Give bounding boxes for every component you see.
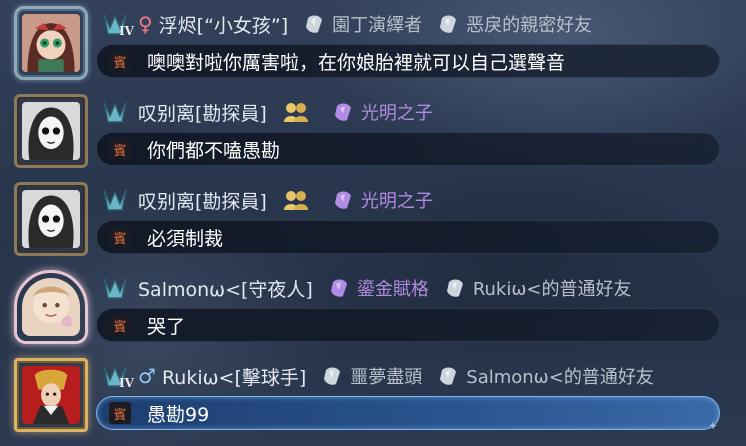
rank-emblem-icon	[100, 98, 134, 126]
title-badge[interactable]: 鎏金賦格	[357, 275, 429, 301]
avatar-portrait-icon	[22, 278, 80, 336]
avatar-portrait-icon	[22, 14, 80, 72]
chat-message: IV ♂ Rukiω<[擊球手] 噩夢盡頭 Salmonω<的普通好友 賓 愚勘…	[0, 352, 746, 437]
gem-icon	[440, 367, 457, 385]
chat-message: IV ♀ 浮烬[“小女孩”] 園丁演繹者 恶戾的親密好友 賓 噢噢對啦你厲害啦，…	[0, 0, 746, 85]
channel-tag: 賓	[109, 226, 131, 248]
channel-tag: 賓	[109, 402, 131, 424]
message-header: IV ♂ Rukiω<[擊球手] 噩夢盡頭 Salmonω<的普通好友	[100, 360, 654, 392]
message-text: 哭了	[147, 315, 186, 338]
rank-emblem-icon: IV	[100, 10, 134, 38]
player-name[interactable]: 叹别离[勘探員]	[138, 99, 267, 126]
player-name[interactable]: Salmonω<[守夜人]	[138, 275, 313, 302]
avatar[interactable]	[14, 94, 88, 168]
message-text: 愚勘99	[147, 403, 210, 426]
player-name[interactable]: 叹别离[勘探員]	[138, 187, 267, 214]
player-name[interactable]: Rukiω<[擊球手]	[162, 363, 306, 390]
message-header: IV ♀ 浮烬[“小女孩”] 園丁演繹者 恶戾的親密好友	[100, 8, 592, 40]
player-name[interactable]: 浮烬[“小女孩”]	[159, 11, 289, 38]
avatar-portrait-icon	[22, 102, 80, 160]
gem-icon	[446, 279, 463, 297]
sparkle-icon: ✦	[707, 419, 718, 433]
title-badge[interactable]: 光明之子	[361, 187, 433, 213]
female-icon: ♀	[138, 12, 153, 36]
message-bubble: 賓 你們都不嗑愚勘	[96, 132, 720, 166]
rank-level: IV	[119, 376, 134, 390]
rank-emblem-icon: IV	[100, 362, 134, 390]
group-icon	[283, 191, 308, 210]
avatar[interactable]	[14, 358, 88, 432]
avatar[interactable]	[14, 182, 88, 256]
friend-badge[interactable]: Rukiω<的普通好友	[473, 275, 632, 301]
message-bubble: 賓 必須制裁	[96, 220, 720, 254]
male-icon: ♂	[138, 364, 156, 388]
channel-tag: 賓	[109, 50, 131, 72]
avatar-portrait-icon	[22, 190, 80, 248]
message-bubble-highlighted: 賓 愚勘99	[96, 396, 720, 430]
friend-badge[interactable]: Salmonω<的普通好友	[466, 363, 654, 389]
channel-tag: 賓	[109, 138, 131, 160]
gem-icon	[306, 15, 323, 33]
gem-icon	[330, 279, 347, 297]
rank-emblem-icon	[100, 274, 134, 302]
gem-icon	[324, 367, 341, 385]
title-badge[interactable]: 光明之子	[361, 99, 433, 125]
message-text: 必須制裁	[147, 227, 224, 250]
message-header: 叹别离[勘探員] 光明之子	[100, 96, 433, 128]
rank-emblem-icon	[100, 186, 134, 214]
message-header: Salmonω<[守夜人] 鎏金賦格 Rukiω<的普通好友	[100, 272, 632, 304]
gem-icon	[334, 103, 351, 121]
message-text: 你們都不嗑愚勘	[147, 139, 281, 162]
message-bubble: 賓 噢噢對啦你厲害啦，在你娘胎裡就可以自己選聲音	[96, 44, 720, 78]
message-bubble: 賓 哭了	[96, 308, 720, 342]
avatar[interactable]	[14, 6, 88, 80]
chat-message: 叹别离[勘探員] 光明之子 賓 必須制裁	[0, 176, 746, 261]
message-header: 叹别离[勘探員] 光明之子	[100, 184, 433, 216]
channel-tag: 賓	[109, 314, 131, 336]
friend-badge[interactable]: 恶戾的親密好友	[466, 11, 592, 37]
rank-level: IV	[119, 24, 134, 38]
avatar-portrait-icon	[22, 366, 80, 424]
avatar[interactable]	[14, 270, 88, 344]
chat-message: Salmonω<[守夜人] 鎏金賦格 Rukiω<的普通好友 賓 哭了	[0, 264, 746, 349]
chat-message: 叹别离[勘探員] 光明之子 賓 你們都不嗑愚勘	[0, 88, 746, 173]
gem-icon	[334, 191, 351, 209]
gem-icon	[440, 15, 457, 33]
group-icon	[283, 103, 308, 122]
title-badge[interactable]: 園丁演繹者	[332, 11, 422, 37]
title-badge[interactable]: 噩夢盡頭	[350, 363, 422, 389]
message-text: 噢噢對啦你厲害啦，在你娘胎裡就可以自己選聲音	[147, 51, 566, 74]
